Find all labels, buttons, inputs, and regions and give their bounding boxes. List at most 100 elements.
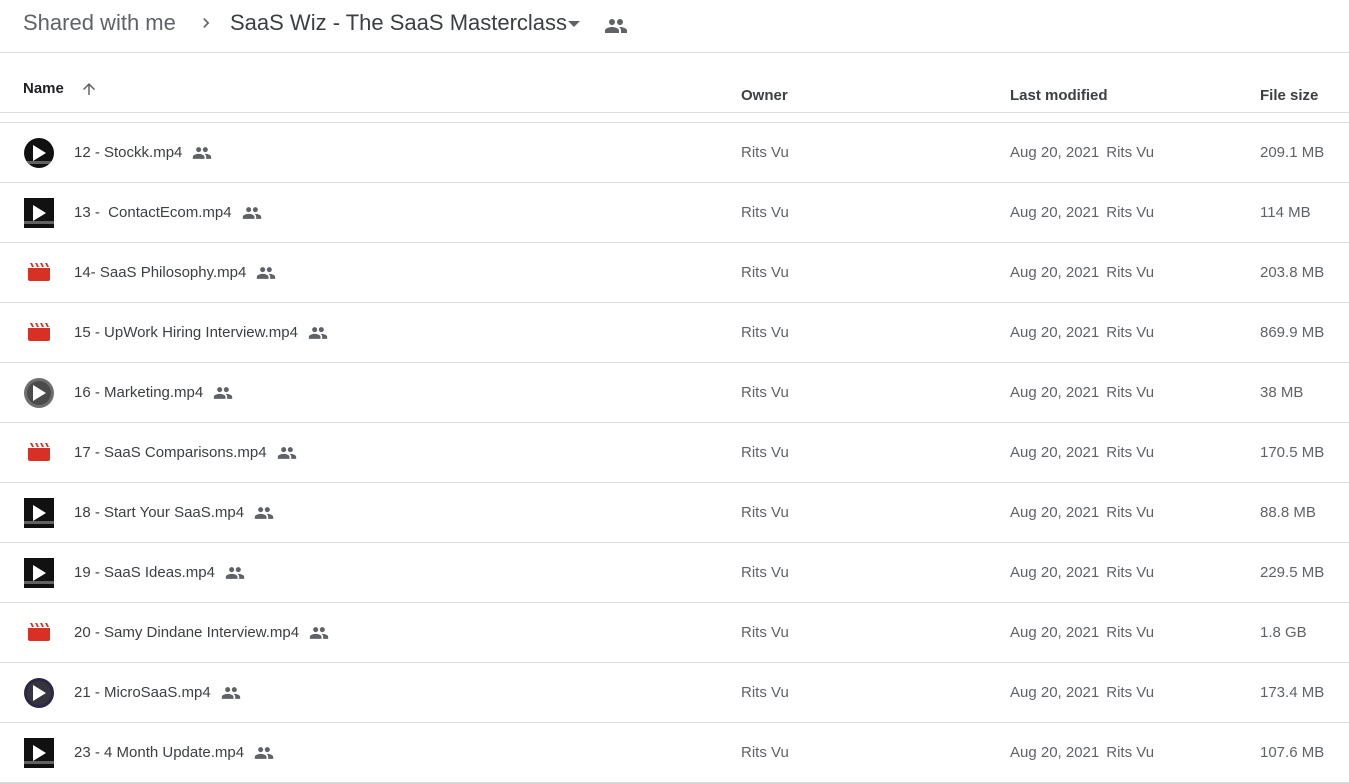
file-row[interactable]: 17 - SaaS Comparisons.mp4 Rits Vu Aug 20… <box>0 423 1349 483</box>
owner: Rits Vu <box>741 264 789 281</box>
people-icon <box>242 207 261 219</box>
last-modified: Aug 20, 2021 Rits Vu <box>1010 684 1154 701</box>
owner: Rits Vu <box>741 684 789 701</box>
play-icon <box>33 745 46 761</box>
last-modified: Aug 20, 2021 Rits Vu <box>1010 324 1154 341</box>
owner: Rits Vu <box>741 324 789 341</box>
file-size: 173.4 MB <box>1260 684 1325 701</box>
play-icon <box>33 565 46 581</box>
file-name-text: 13 - ContactEcom.mp4 <box>74 204 232 221</box>
file-name-text: 18 - Start Your SaaS.mp4 <box>74 504 245 521</box>
file-name-text: 16 - Marketing.mp4 <box>74 384 204 401</box>
breadcrumb-current-folder[interactable]: SaaS Wiz - The SaaS Masterclass <box>230 10 567 36</box>
file-name-text: 15 - UpWork Hiring Interview.mp4 <box>74 324 298 341</box>
file-size: 869.9 MB <box>1260 324 1325 341</box>
people-icon <box>309 627 329 639</box>
owner: Rits Vu <box>741 204 789 221</box>
modified-date: Aug 20, 2021 <box>1010 744 1100 761</box>
video-file-icon <box>28 443 50 461</box>
last-modified: Aug 20, 2021 Rits Vu <box>1010 444 1154 461</box>
people-icon <box>214 387 233 399</box>
file-row[interactable]: 19 - SaaS Ideas.mp4 Rits Vu Aug 20, 2021… <box>0 543 1349 603</box>
modified-date: Aug 20, 2021 <box>1010 564 1100 581</box>
file-name: 15 - UpWork Hiring Interview.mp4 <box>74 324 328 341</box>
owner: Rits Vu <box>741 384 789 401</box>
modified-date: Aug 20, 2021 <box>1010 504 1100 521</box>
people-icon <box>605 19 627 33</box>
last-modified: Aug 20, 2021 Rits Vu <box>1010 744 1154 761</box>
last-modified: Aug 20, 2021 Rits Vu <box>1010 384 1154 401</box>
file-name-text: 17 - SaaS Comparisons.mp4 <box>74 444 267 461</box>
column-header-file-size[interactable]: File size <box>1260 87 1318 104</box>
file-row[interactable]: 18 - Start Your SaaS.mp4 Rits Vu Aug 20,… <box>0 483 1349 543</box>
video-file-icon <box>28 263 50 281</box>
video-thumbnail <box>24 138 54 168</box>
file-name: 19 - SaaS Ideas.mp4 <box>74 564 245 581</box>
file-row[interactable]: 16 - Marketing.mp4 Rits Vu Aug 20, 2021 R… <box>0 363 1349 423</box>
column-header-owner[interactable]: Owner <box>741 87 788 104</box>
file-name: 12 - Stockk.mp4 <box>74 144 212 161</box>
file-row[interactable]: 20 - Samy Dindane Interview.mp4 Rits Vu … <box>0 603 1349 663</box>
owner: Rits Vu <box>741 744 789 761</box>
file-row[interactable]: 14- SaaS Philosophy.mp4 Rits Vu Aug 20, … <box>0 243 1349 303</box>
breadcrumb-shared-with-me[interactable]: Shared with me <box>23 10 176 36</box>
modified-date: Aug 20, 2021 <box>1010 624 1100 641</box>
modified-date: Aug 20, 2021 <box>1010 324 1100 341</box>
file-size: 88.8 MB <box>1260 504 1316 521</box>
people-icon <box>221 687 240 699</box>
arrow-drop-down-icon[interactable] <box>564 18 584 30</box>
file-row[interactable]: 12 - Stockk.mp4 Rits Vu Aug 20, 2021 Rits… <box>0 123 1349 183</box>
last-modified: Aug 20, 2021 Rits Vu <box>1010 564 1154 581</box>
file-name-text: 21 - MicroSaaS.mp4 <box>74 684 211 701</box>
modified-by: Rits Vu <box>1106 684 1155 701</box>
last-modified: Aug 20, 2021 Rits Vu <box>1010 624 1154 641</box>
file-name: 13 - ContactEcom.mp4 <box>74 204 262 221</box>
column-header-row: Name Owner Last modified File size <box>0 66 1349 113</box>
arrow-up-icon[interactable] <box>80 80 98 98</box>
modified-by: Rits Vu <box>1106 204 1155 221</box>
last-modified: Aug 20, 2021 Rits Vu <box>1010 504 1154 521</box>
modified-date: Aug 20, 2021 <box>1010 264 1100 281</box>
file-list: 12 - Stockk.mp4 Rits Vu Aug 20, 2021 Rits… <box>0 123 1349 783</box>
modified-by: Rits Vu <box>1106 624 1155 641</box>
modified-date: Aug 20, 2021 <box>1010 204 1100 221</box>
modified-by: Rits Vu <box>1106 384 1155 401</box>
modified-by: Rits Vu <box>1106 264 1155 281</box>
last-modified: Aug 20, 2021 Rits Vu <box>1010 144 1154 161</box>
file-size: 1.8 GB <box>1260 624 1307 641</box>
modified-by: Rits Vu <box>1106 324 1155 341</box>
file-name: 17 - SaaS Comparisons.mp4 <box>74 444 297 461</box>
people-icon <box>225 567 245 579</box>
file-size: 170.5 MB <box>1260 444 1325 461</box>
modified-date: Aug 20, 2021 <box>1010 144 1100 161</box>
chevron-right-icon <box>203 18 210 28</box>
video-thumbnail <box>24 498 54 528</box>
file-name-text: 14- SaaS Philosophy.mp4 <box>74 264 247 281</box>
breadcrumb-bar: Shared with me SaaS Wiz - The SaaS Maste… <box>0 0 1349 53</box>
modified-by: Rits Vu <box>1106 444 1155 461</box>
file-size: 203.8 MB <box>1260 264 1325 281</box>
file-row[interactable]: 21 - MicroSaaS.mp4 Rits Vu Aug 20, 2021 R… <box>0 663 1349 723</box>
file-size: 107.6 MB <box>1260 744 1325 761</box>
people-icon <box>193 147 212 159</box>
last-modified: Aug 20, 2021 Rits Vu <box>1010 204 1154 221</box>
people-icon <box>254 747 274 759</box>
last-modified: Aug 20, 2021 Rits Vu <box>1010 264 1154 281</box>
file-name: 16 - Marketing.mp4 <box>74 384 233 401</box>
play-icon <box>33 385 46 401</box>
video-file-icon <box>28 623 50 641</box>
column-header-name[interactable]: Name <box>23 80 64 97</box>
file-size: 209.1 MB <box>1260 144 1325 161</box>
file-name: 23 - 4 Month Update.mp4 <box>74 744 274 761</box>
file-row[interactable]: 23 - 4 Month Update.mp4 Rits Vu Aug 20, … <box>0 723 1349 783</box>
file-name-text: 12 - Stockk.mp4 <box>74 144 183 161</box>
file-row[interactable]: 13 - ContactEcom.mp4 Rits Vu Aug 20, 202… <box>0 183 1349 243</box>
file-name: 14- SaaS Philosophy.mp4 <box>74 264 276 281</box>
owner: Rits Vu <box>741 624 789 641</box>
modified-date: Aug 20, 2021 <box>1010 444 1100 461</box>
file-row[interactable]: 15 - UpWork Hiring Interview.mp4 Rits Vu… <box>0 303 1349 363</box>
modified-by: Rits Vu <box>1106 744 1155 761</box>
people-icon <box>308 327 328 339</box>
column-header-last-modified[interactable]: Last modified <box>1010 87 1108 104</box>
file-name-text: 23 - 4 Month Update.mp4 <box>74 744 245 761</box>
